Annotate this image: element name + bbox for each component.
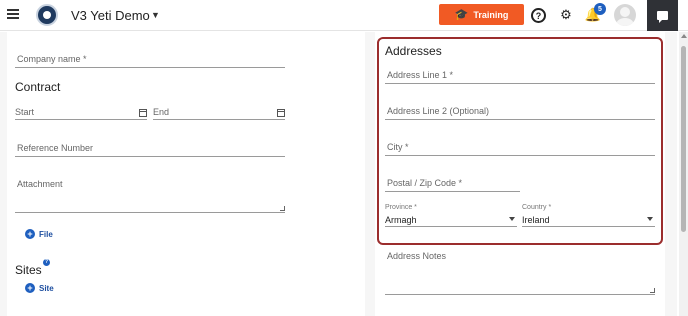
addresses-heading: Addresses [385, 44, 442, 58]
country-value: Ireland [522, 215, 550, 225]
end-label: End [153, 107, 170, 117]
top-bar: V3 Yeti Demo ▼ 🎓 Training ? ⚙ 🔔 5 [0, 0, 688, 31]
country-select[interactable]: Country * Ireland [522, 204, 655, 227]
add-site-button[interactable]: + Site [25, 283, 54, 293]
scrollbar-thumb[interactable] [681, 46, 686, 232]
address-line-2-label: Address Line 2 (Optional) [387, 106, 490, 116]
calendar-icon[interactable] [139, 109, 147, 117]
notification-badge: 5 [594, 3, 606, 15]
add-file-button[interactable]: + File [25, 229, 53, 239]
resize-handle-icon[interactable] [650, 288, 655, 293]
help-icon[interactable]: ? [531, 8, 546, 23]
training-button-label: Training [473, 9, 509, 20]
page-scrollbar[interactable] [679, 32, 688, 316]
avatar[interactable] [614, 4, 636, 26]
company-form-panel [7, 32, 365, 316]
province-label: Province * [385, 204, 417, 211]
resize-handle-icon[interactable] [280, 206, 285, 211]
reference-number-field[interactable]: Reference Number [15, 141, 285, 157]
contract-end-field[interactable]: End [153, 106, 285, 120]
graduation-cap-icon: 🎓 [454, 9, 469, 21]
company-name-field[interactable]: Company name * [15, 52, 285, 68]
address-notes-field[interactable]: Address Notes [385, 249, 655, 295]
chat-icon [657, 11, 668, 23]
contract-heading: Contract [15, 80, 61, 94]
province-select[interactable]: Province * Armagh [385, 204, 517, 227]
sites-heading: Sites [15, 263, 42, 277]
city-field[interactable]: City * [385, 140, 655, 156]
gear-icon[interactable]: ⚙ [558, 7, 574, 23]
training-button[interactable]: 🎓 Training [439, 4, 524, 25]
plus-icon: + [25, 229, 35, 239]
plus-icon: + [25, 283, 35, 293]
app-title[interactable]: V3 Yeti Demo [71, 8, 150, 23]
attachment-field[interactable]: Attachment [15, 177, 285, 213]
start-label: Start [15, 107, 35, 117]
address-notes-label: Address Notes [387, 251, 447, 261]
contract-start-field[interactable]: Start [15, 106, 147, 120]
address-line-1-field[interactable]: Address Line 1 * [385, 68, 655, 84]
chevron-down-icon[interactable]: ▼ [151, 10, 160, 20]
reference-number-label: Reference Number [17, 143, 94, 153]
calendar-icon[interactable] [277, 109, 285, 117]
attachment-label: Attachment [17, 179, 63, 189]
postal-code-label: Postal / Zip Code * [387, 178, 463, 188]
add-site-label: Site [39, 283, 54, 293]
address-line-1-label: Address Line 1 * [387, 70, 454, 80]
add-file-label: File [39, 229, 53, 239]
address-line-2-field[interactable]: Address Line 2 (Optional) [385, 104, 655, 120]
chevron-down-icon [647, 217, 653, 221]
country-label: Country * [522, 204, 552, 211]
help-icon[interactable]: ? [43, 259, 50, 266]
app-logo[interactable] [36, 4, 58, 26]
chevron-down-icon [509, 217, 515, 221]
chat-button[interactable] [647, 0, 678, 31]
hamburger-menu-icon[interactable] [7, 9, 19, 19]
company-name-label: Company name * [17, 54, 87, 64]
scroll-up-icon[interactable] [681, 34, 687, 38]
postal-code-field[interactable]: Postal / Zip Code * [385, 176, 520, 192]
city-label: City * [387, 142, 409, 152]
province-value: Armagh [385, 215, 417, 225]
